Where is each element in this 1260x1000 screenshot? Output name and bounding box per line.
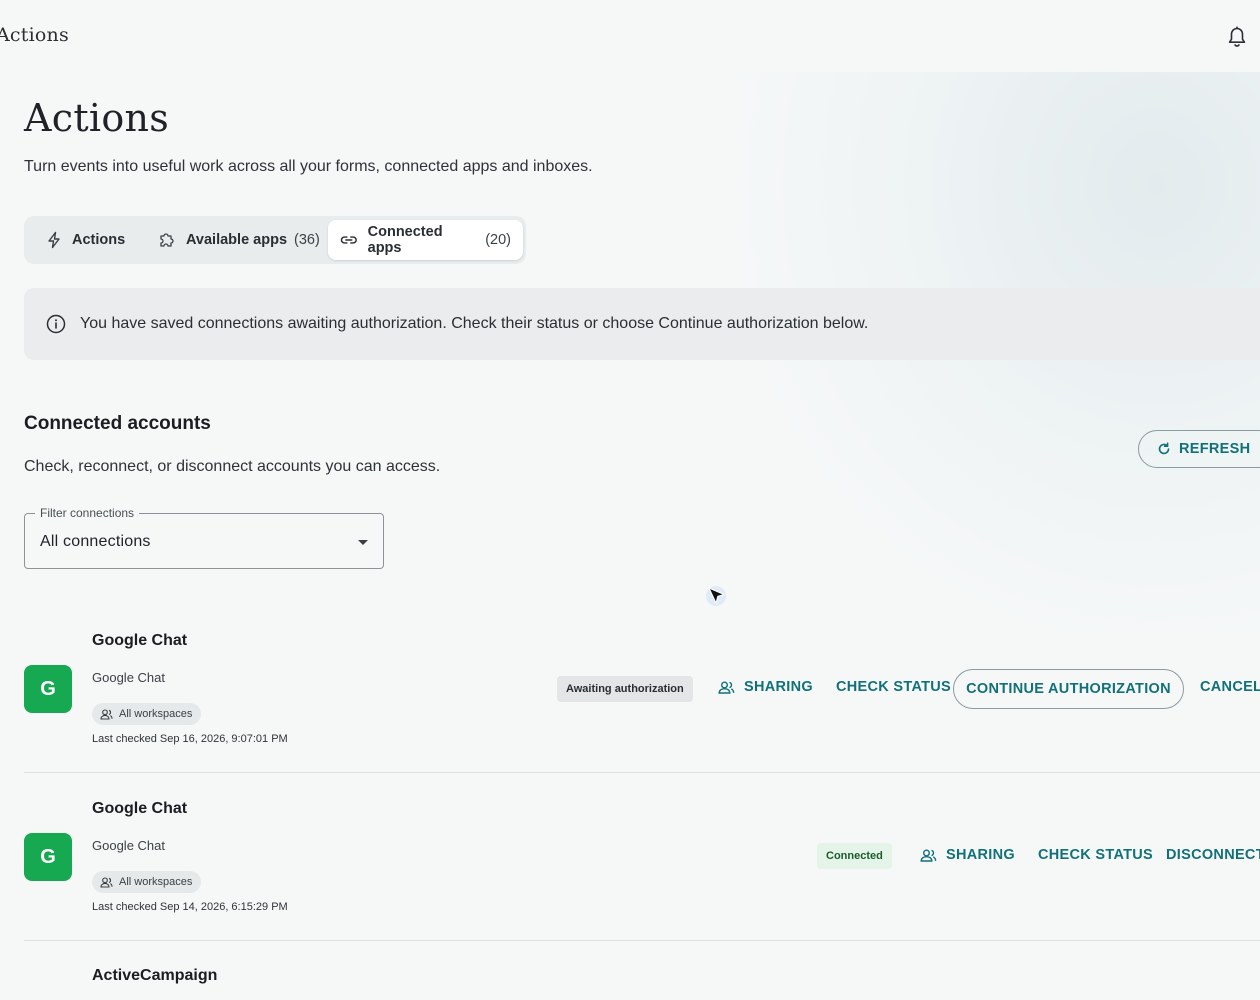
users-icon (100, 708, 113, 720)
refresh-button[interactable]: REFRESH (1138, 430, 1260, 468)
info-banner: You have saved connections awaiting auth… (24, 288, 1260, 360)
scope-label: All workspaces (119, 876, 193, 888)
workspace-scope-chip: All workspaces (92, 703, 202, 725)
filter-connections-select[interactable]: Filter connections All connections (24, 506, 384, 569)
section-title: Connected accounts (24, 413, 211, 434)
app-name: ActiveCampaign (92, 967, 218, 984)
last-checked: Last checked Sep 14, 2026, 6:15:29 PM (92, 901, 288, 913)
cancel-button[interactable]: CANCEL (1200, 679, 1260, 695)
status-badge: Awaiting authorization (557, 676, 693, 702)
sharing-button[interactable]: SHARING (920, 847, 1015, 863)
row-divider (24, 772, 1260, 773)
sharing-button[interactable]: SHARING (718, 679, 813, 695)
google-chat-logo: G (24, 665, 72, 713)
mouse-cursor-icon (706, 586, 726, 606)
page-subtitle: Turn events into useful work across all … (24, 158, 593, 175)
scope-label: All workspaces (119, 708, 193, 720)
caret-down-icon (358, 540, 368, 545)
tab-bar: Actions Available apps (36) Connected ap… (24, 216, 526, 264)
refresh-label: REFRESH (1179, 441, 1251, 457)
tab-connected-apps-label: Connected apps (367, 224, 443, 256)
filter-value: All connections (40, 533, 151, 550)
banner-text: You have saved connections awaiting auth… (80, 315, 869, 332)
app-provider: Google Chat (92, 838, 165, 853)
puzzle-icon (160, 233, 174, 247)
link-icon (340, 236, 357, 244)
check-status-button[interactable]: CHECK STATUS (1038, 847, 1153, 863)
tab-connected-apps[interactable]: Connected apps (20) (328, 220, 523, 260)
refresh-icon (1158, 442, 1170, 455)
google-chat-logo: G (24, 833, 72, 881)
tab-available-apps-label: Available apps (186, 232, 288, 248)
top-bar: Actions (0, 0, 1260, 72)
users-icon (920, 849, 937, 862)
sharing-label: SHARING (946, 847, 1015, 863)
users-icon (718, 681, 735, 694)
tab-actions[interactable]: Actions (34, 220, 144, 260)
tab-actions-label: Actions (72, 232, 126, 248)
filter-label: Filter connections (35, 506, 140, 520)
app-name: Google Chat (92, 800, 188, 817)
sharing-label: SHARING (744, 679, 813, 695)
lightning-icon (48, 231, 60, 249)
status-badge: Connected (817, 843, 892, 869)
page-title: Actions (24, 96, 170, 140)
tab-connected-apps-count: (20) (485, 232, 511, 248)
continue-authorization-button[interactable]: CONTINUE AUTHORIZATION (953, 669, 1184, 709)
section-subtitle: Check, reconnect, or disconnect accounts… (24, 458, 441, 475)
disconnect-button[interactable]: DISCONNECT (1166, 847, 1260, 863)
workspace-scope-chip: All workspaces (92, 871, 202, 893)
users-icon (100, 876, 113, 888)
check-status-button[interactable]: CHECK STATUS (836, 679, 951, 695)
tab-available-apps[interactable]: Available apps (36) (146, 220, 346, 260)
info-icon (46, 314, 66, 334)
last-checked: Last checked Sep 16, 2026, 9:07:01 PM (92, 733, 288, 745)
bell-icon[interactable] (1226, 25, 1248, 49)
row-divider (24, 940, 1260, 941)
app-provider: Google Chat (92, 670, 165, 685)
tab-available-apps-count: (36) (294, 232, 320, 248)
topbar-title: Actions (0, 24, 69, 46)
app-name: Google Chat (92, 632, 188, 649)
